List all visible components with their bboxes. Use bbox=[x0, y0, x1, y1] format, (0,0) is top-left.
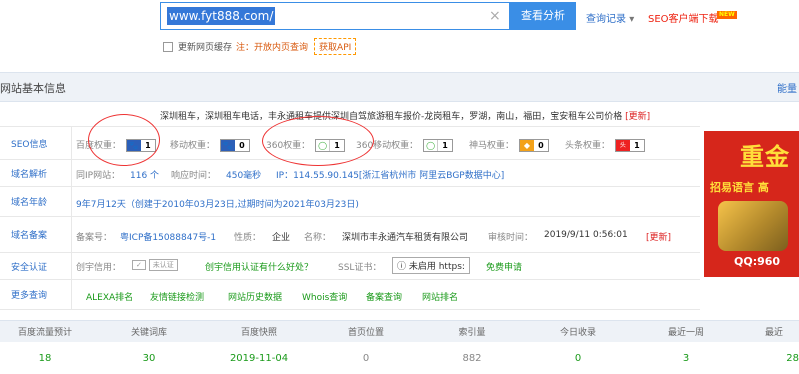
same-ip-value[interactable]: 116 个 bbox=[130, 168, 159, 181]
free-apply-link[interactable]: 免费申请 bbox=[486, 260, 522, 273]
audit-time-value: 2019/9/11 0:56:01 bbox=[544, 230, 628, 240]
audit-time-label: 审核时间： bbox=[488, 233, 534, 243]
more-query-label: 更多查询 bbox=[0, 280, 72, 309]
seo-info-label: SEO信息 bbox=[0, 127, 72, 159]
ad-title: 重金 bbox=[740, 143, 790, 171]
mobile-weight-badge[interactable]: 🐾 0 bbox=[219, 139, 250, 152]
response-label: 响应时间： bbox=[171, 171, 217, 181]
history-data-link[interactable]: 网站历史数据 bbox=[228, 290, 282, 303]
ssl-status-box: ⓘ 未启用 https: bbox=[392, 257, 470, 274]
same-ip-label: 同IP网站： bbox=[76, 171, 121, 181]
query-history-link[interactable]: 查询记录 ▾ bbox=[586, 10, 634, 25]
description-update-link[interactable]: [更新] bbox=[625, 112, 650, 122]
stat-header-week: 最近一周 bbox=[667, 328, 704, 338]
stat-value-recent[interactable]: 28 bbox=[749, 353, 799, 364]
icp-query-link[interactable]: 备案查询 bbox=[366, 290, 402, 303]
toutiao-weight-badge[interactable]: 头1 bbox=[614, 139, 645, 152]
site-rank-link[interactable]: 网站排名 bbox=[422, 290, 458, 303]
ad-banner[interactable]: 重金 招易语言 高 QQ:960 bbox=[704, 131, 799, 277]
search-box[interactable]: www.fyt888.com/ × bbox=[160, 2, 510, 30]
get-api-link[interactable]: 获取API bbox=[314, 38, 357, 55]
annotation-circle-baidu bbox=[88, 114, 160, 166]
security-label: 安全认证 bbox=[0, 253, 72, 279]
stat-value-week[interactable]: 3 bbox=[641, 353, 731, 364]
section-header bbox=[0, 72, 799, 102]
note-label: 注： bbox=[236, 43, 255, 53]
search-input[interactable]: www.fyt888.com/ bbox=[167, 7, 276, 25]
security-row: 安全认证 创宇信用： ✓ 未认证 创宇信用认证有什么好处？ SSL证书： ⓘ 未… bbox=[0, 253, 700, 280]
query-history-label: 查询记录 bbox=[586, 14, 626, 25]
stat-value-today[interactable]: 0 bbox=[533, 353, 623, 364]
dns-label: 域名解析 bbox=[0, 160, 72, 186]
stat-value-snapshot[interactable]: 2019-11-04 bbox=[214, 353, 304, 364]
stat-value-baidu-traffic[interactable]: 18 bbox=[0, 353, 90, 364]
credit-benefit-link[interactable]: 创宇信用认证有什么好处？ bbox=[205, 260, 313, 273]
new-badge: NEW bbox=[717, 11, 737, 19]
ssl-status: ⓘ 未启用 https: bbox=[392, 257, 470, 274]
company-name-label: 名称： bbox=[304, 233, 332, 243]
friend-link-check[interactable]: 友情链接检测 bbox=[150, 290, 204, 303]
seo-client-download-link[interactable]: SEO客户端下载 bbox=[648, 10, 719, 25]
clear-icon[interactable]: × bbox=[489, 7, 501, 25]
alexa-link[interactable]: ALEXA排名 bbox=[86, 290, 133, 303]
note-text: 开放内页查询 bbox=[254, 43, 309, 53]
refresh-cache-checkbox[interactable] bbox=[163, 41, 173, 52]
shenma-weight: 神马权重： ◆ 0 bbox=[469, 138, 549, 152]
toutiao-icon: 头 bbox=[615, 140, 630, 151]
nature-label: 性质： bbox=[234, 233, 262, 243]
response-value: 450毫秒 bbox=[226, 171, 262, 181]
shenma-icon: ◆ bbox=[519, 140, 534, 151]
nature-value: 企业 bbox=[272, 233, 291, 243]
stat-header-keywords: 关键词库 bbox=[130, 328, 167, 338]
ssl-label: SSL证书： bbox=[338, 263, 382, 273]
domain-age-row: 域名年龄 9年7月12天（创建于2010年03月23日,过期时间为2021年03… bbox=[0, 187, 700, 217]
stat-value-keywords[interactable]: 30 bbox=[104, 353, 194, 364]
shenma-weight-badge[interactable]: ◆ 0 bbox=[518, 139, 549, 152]
icp-number-link[interactable]: 粤ICP备15088847号-1 bbox=[120, 230, 216, 243]
chevron-down-icon: ▾ bbox=[629, 14, 635, 25]
stat-header-home-position: 首页位置 bbox=[347, 328, 384, 338]
credit-badge-text: 未认证 bbox=[148, 259, 178, 271]
paw-icon: 🐾 bbox=[220, 140, 235, 151]
domain-age-label: 域名年龄 bbox=[0, 187, 72, 216]
section-right-link[interactable]: 能量 bbox=[777, 80, 797, 95]
site-description: 深圳租车，深圳租车电话，丰永通租车提供深圳自驾旅游租车报价-龙岗租车，罗湖，南山… bbox=[160, 109, 650, 122]
stat-header-baidu-traffic: 百度流量预计 bbox=[17, 328, 72, 338]
refresh-cache-label: 更新网页缓存 bbox=[178, 43, 233, 53]
options-row: 更新网页缓存 注： 开放内页查询 获取API bbox=[163, 38, 357, 55]
site-description-text: 深圳租车，深圳租车电话，丰永通租车提供深圳自驾旅游租车报价-龙岗租车，罗湖，南山… bbox=[160, 112, 623, 122]
icp-row: 域名备案 备案号： 粤ICP备15088847号-1 性质： 企业 名称： 深圳… bbox=[0, 217, 700, 253]
company-name-value: 深圳市丰永通汽车租赁有限公司 bbox=[342, 233, 469, 243]
ad-qq: QQ:960 bbox=[734, 255, 781, 268]
whois-link[interactable]: Whois查询 bbox=[302, 290, 347, 303]
icp-update-link[interactable]: [更新] bbox=[646, 230, 671, 243]
stat-header-index: 索引量 bbox=[458, 328, 486, 338]
icp-label: 域名备案 bbox=[0, 217, 72, 252]
stat-value-index: 882 bbox=[462, 353, 482, 364]
dns-row: 域名解析 同IP网站： 116 个 响应时间： 450毫秒 IP：114.55.… bbox=[0, 160, 700, 187]
ip-info-link[interactable]: IP：114.55.90.145[浙江省杭州市 阿里云BGP数据中心] bbox=[276, 168, 504, 181]
domain-age-value[interactable]: 9年7月12天（创建于2010年03月23日,过期时间为2021年03月23日) bbox=[76, 197, 359, 210]
credit-badge[interactable]: ✓ 未认证 bbox=[132, 259, 178, 271]
annotation-circle-360 bbox=[262, 116, 374, 166]
360-mobile-weight-badge[interactable]: ◯ 1 bbox=[423, 139, 454, 152]
360-icon: ◯ bbox=[424, 140, 439, 151]
ad-image bbox=[718, 201, 788, 251]
mobile-weight: 移动权重： 🐾 0 bbox=[170, 138, 250, 152]
stat-header-snapshot: 百度快照 bbox=[240, 328, 277, 338]
stat-value-home-position: 0 bbox=[362, 353, 370, 364]
icp-number-label: 备案号： bbox=[76, 233, 113, 243]
analyze-button[interactable]: 查看分析 bbox=[510, 2, 576, 30]
toutiao-weight: 头条权重： 头1 bbox=[565, 138, 645, 152]
shield-icon: ✓ bbox=[132, 260, 146, 270]
section-title: 网站基本信息 bbox=[0, 82, 66, 95]
more-query-row: 更多查询 ALEXA排名 友情链接检测 网站历史数据 Whois查询 备案查询 … bbox=[0, 280, 700, 310]
stat-header-today: 今日收录 bbox=[559, 328, 596, 338]
credit-label: 创宇信用： bbox=[76, 263, 122, 273]
ad-subtitle: 招易语言 高 bbox=[710, 181, 769, 194]
stat-header-recent: 最近 bbox=[764, 328, 783, 338]
